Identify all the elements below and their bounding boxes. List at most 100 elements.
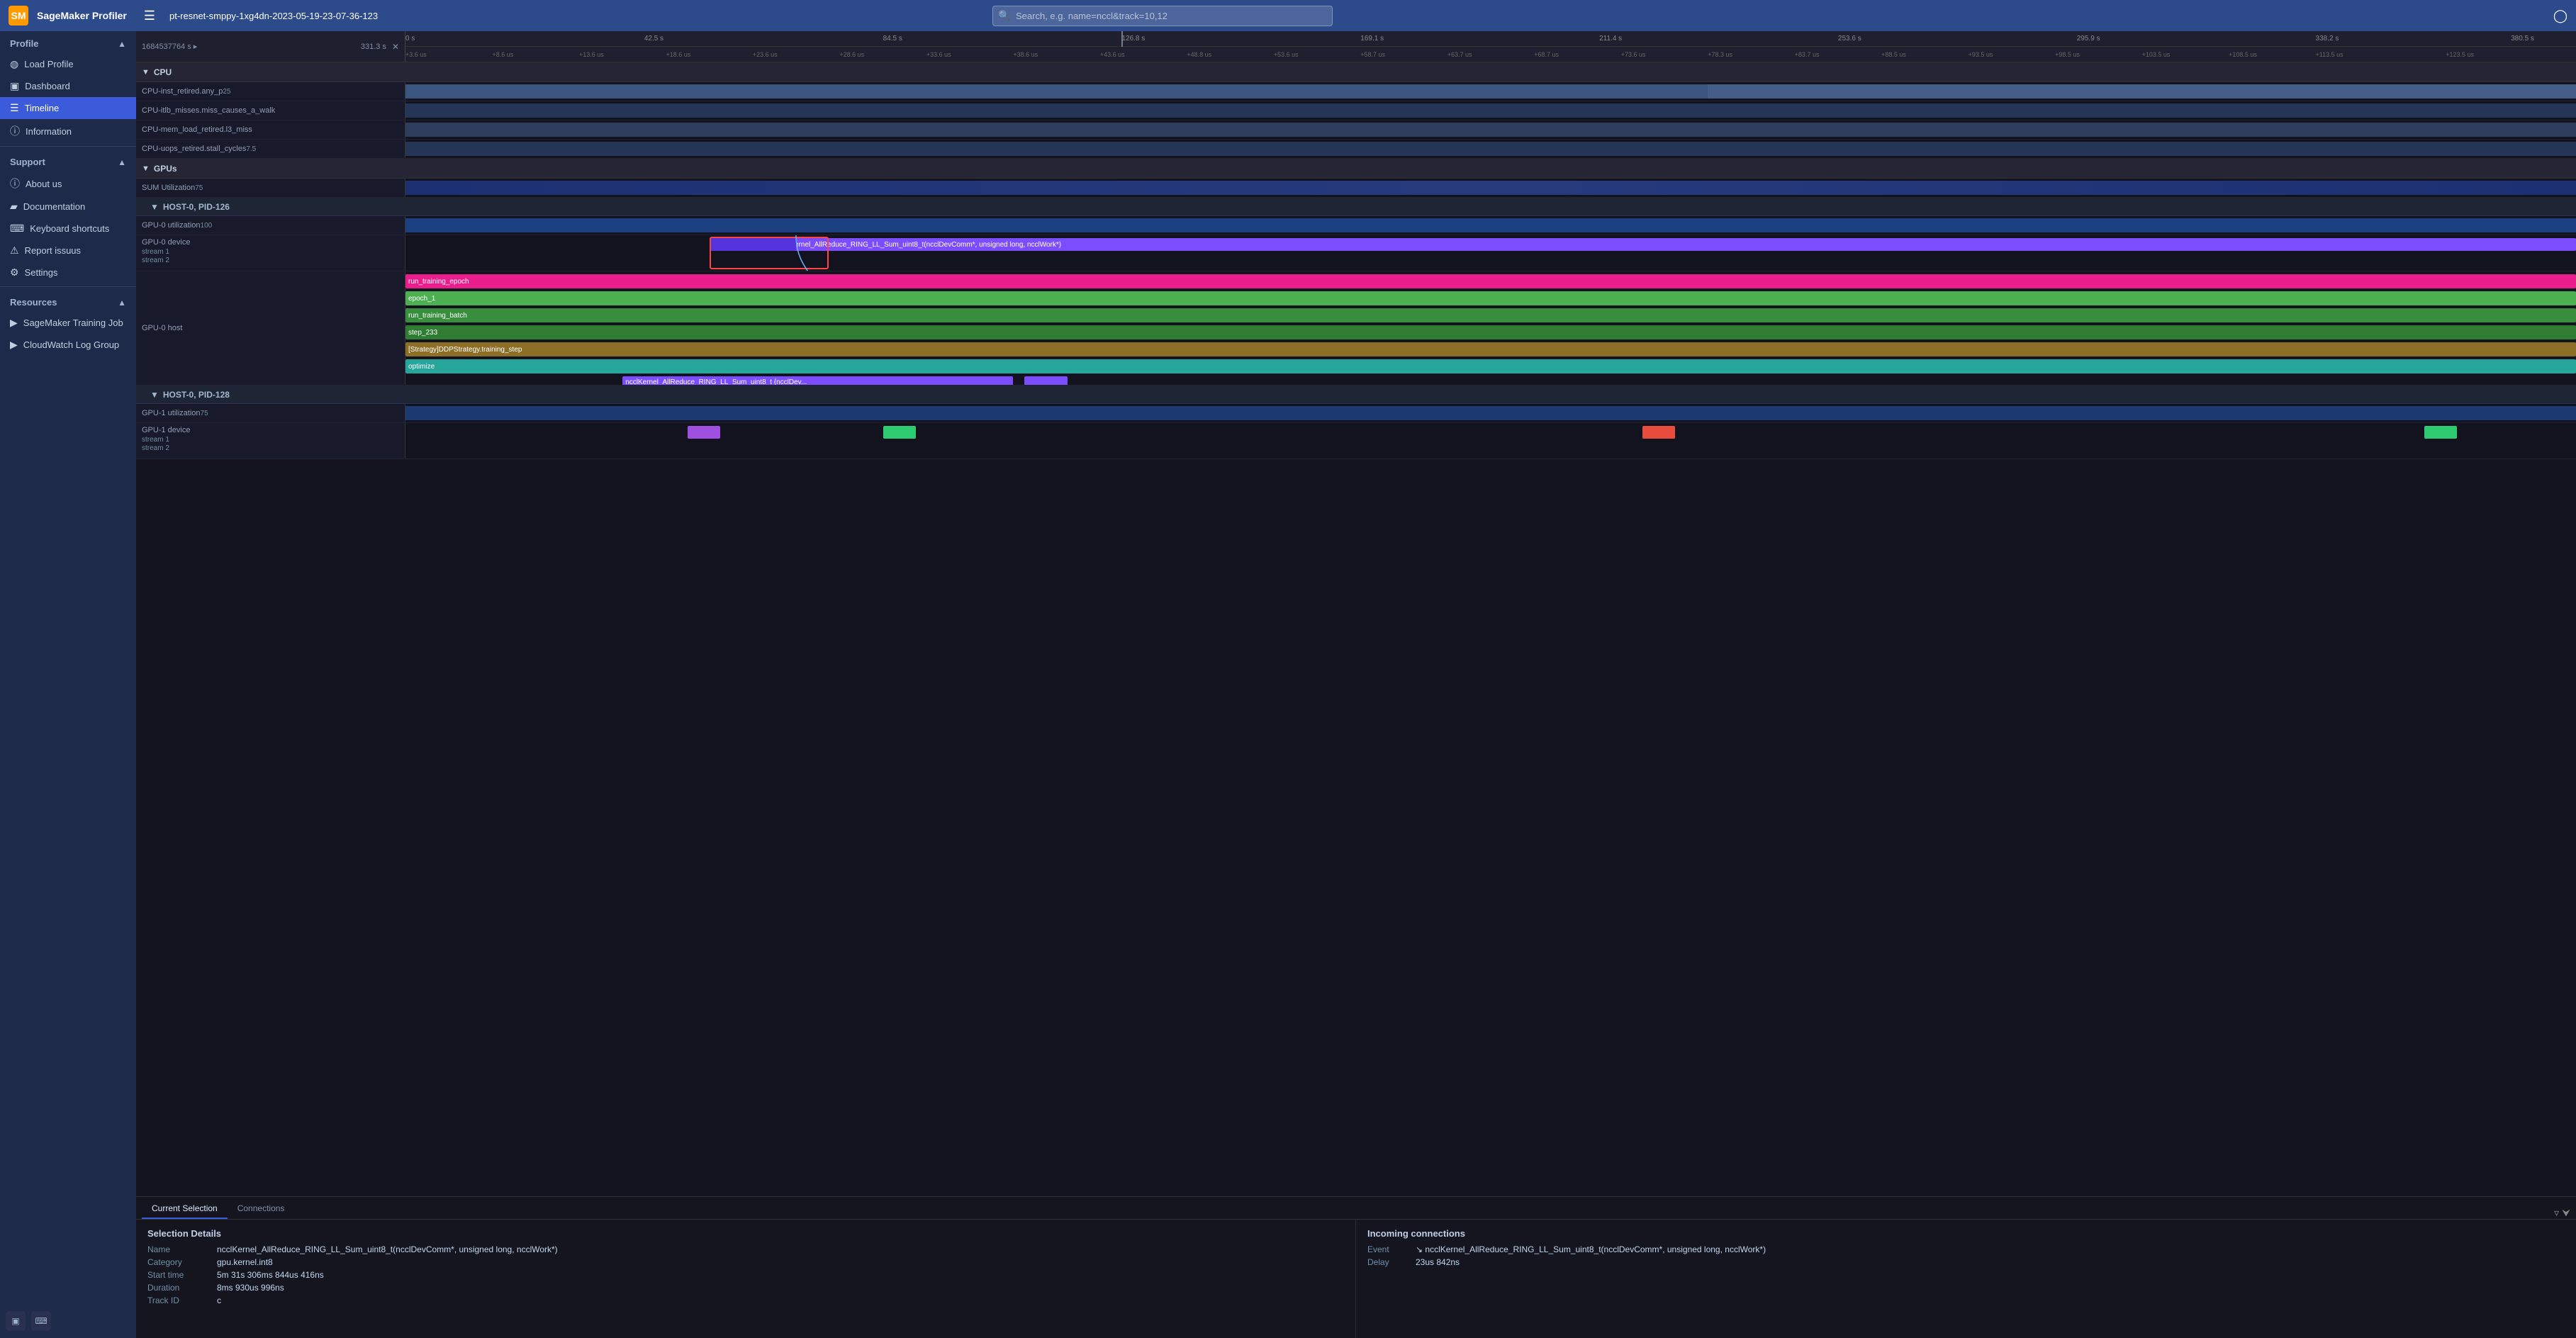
tab-current-selection[interactable]: Current Selection xyxy=(142,1199,228,1219)
close-ruler-icon[interactable]: ✕ xyxy=(392,42,399,52)
profile-chevron-icon: ▲ xyxy=(118,39,126,49)
gpu-section-header[interactable]: ▼ GPUs xyxy=(136,159,2576,179)
sidebar-item-keyboard-shortcuts[interactable]: ⌨ Keyboard shortcuts xyxy=(0,218,136,240)
track-content-cpu-3[interactable] xyxy=(405,120,2576,139)
app-logo: SM xyxy=(9,6,28,26)
selection-details: Selection Details Name ncclKernel_AllRed… xyxy=(136,1220,1356,1338)
sidebar-item-load-profile[interactable]: ◍ Load Profile xyxy=(0,53,136,75)
detail-row-starttime: Start time 5m 31s 306ms 844us 416ns xyxy=(147,1270,1344,1280)
track-content-gpu1-util[interactable] xyxy=(405,404,2576,422)
track-content-sum-util[interactable] xyxy=(405,179,2576,197)
track-row-cpu-4: CPU-uops_retired.stall_cycles 7.5 xyxy=(136,140,2576,159)
sidebar: Profile ▲ ◍ Load Profile ▣ Dashboard ☰ T… xyxy=(0,31,136,1338)
track-label-gpu0-util: GPU-0 utilization 100 xyxy=(136,216,405,235)
ruler-top: 0 s 42.5 s 84.5 s 126.8 s 169.1 s 211.4 … xyxy=(405,31,2576,47)
track-content-cpu-2[interactable] xyxy=(405,101,2576,120)
sidebar-item-settings[interactable]: ⚙ Settings xyxy=(0,262,136,283)
detail-row-duration: Duration 8ms 930us 996ns xyxy=(147,1283,1344,1293)
track-label-gpu0-device: GPU-0 device stream 1 stream 2 xyxy=(136,235,405,271)
sidebar-item-timeline[interactable]: ☰ Timeline xyxy=(0,97,136,119)
track-row-gpu0-util: GPU-0 utilization 100 xyxy=(136,216,2576,235)
conn-row-event: Event ↘ ncclKernel_AllReduce_RING_LL_Sum… xyxy=(1367,1244,2565,1254)
host0-pid126-header[interactable]: ▼ HOST-0, PID-126 xyxy=(136,198,2576,216)
track-content-gpu0-device[interactable]: ncclKernel_AllReduce_RING_LL_Sum_uint8_t… xyxy=(405,235,2576,271)
track-content-gpu0-util[interactable] xyxy=(405,216,2576,235)
sidebar-item-report-issues[interactable]: ⚠ Report issuus xyxy=(0,240,136,262)
track-content-gpu1-device[interactable] xyxy=(405,423,2576,459)
report-icon: ⚠ xyxy=(10,244,19,257)
incoming-connections: Incoming connections Event ↘ ncclKernel_… xyxy=(1356,1220,2576,1338)
ruler-label-area: 1684537764 s ▸ 331.3 s ✕ xyxy=(136,31,405,62)
sidebar-item-documentation[interactable]: ▰ Documentation xyxy=(0,196,136,218)
load-profile-icon: ◍ xyxy=(10,58,18,70)
event-optimize[interactable]: optimize xyxy=(405,359,2576,373)
event-run-training-epoch[interactable]: run_training_epoch xyxy=(405,274,2576,288)
conn-label-delay: Delay xyxy=(1367,1257,1410,1267)
mini-icon-2[interactable]: ⌨ xyxy=(31,1311,51,1331)
gpu-chevron-icon: ▼ xyxy=(142,164,150,173)
conn-label-event: Event xyxy=(1367,1244,1410,1254)
sidebar-item-information[interactable]: ⓘ Information xyxy=(0,119,136,143)
sidebar-item-dashboard[interactable]: ▣ Dashboard xyxy=(0,75,136,97)
search-input[interactable] xyxy=(992,6,1333,26)
bottom-tabs: Current Selection Connections ▿ ⮟ xyxy=(136,1197,2576,1220)
cpu-section-header[interactable]: ▼ CPU xyxy=(136,62,2576,82)
event-nccl-device-stream1[interactable]: ncclKernel_AllReduce_RING_LL_Sum_uint8_t… xyxy=(775,238,2576,251)
tab-connections[interactable]: Connections xyxy=(228,1199,295,1219)
sagemaker-icon: ▶ xyxy=(10,317,18,329)
track-content-cpu-4[interactable] xyxy=(405,140,2576,158)
conn-row-delay: Delay 23us 842ns xyxy=(1367,1257,2565,1267)
documentation-icon: ▰ xyxy=(10,201,18,213)
track-label-gpu1-device: GPU-1 device stream 1 stream 2 xyxy=(136,423,405,459)
ruler-time-left: 1684537764 s ▸ xyxy=(142,42,197,51)
expand-icon[interactable]: ⮟ xyxy=(2562,1207,2570,1219)
keyboard-icon: ⌨ xyxy=(10,223,24,235)
event-step233[interactable]: step_233 xyxy=(405,325,2576,339)
sidebar-item-cloudwatch[interactable]: ▶ CloudWatch Log Group xyxy=(0,334,136,356)
track-row-gpu0-device: GPU-0 device stream 1 stream 2 ncclKerne… xyxy=(136,235,2576,271)
track-label-cpu-4: CPU-uops_retired.stall_cycles 7.5 xyxy=(136,140,405,158)
track-label-cpu-3: CPU-mem_load_retired.l3_miss xyxy=(136,120,405,139)
cloudwatch-icon: ▶ xyxy=(10,339,18,351)
track-label-sum-util: SUM Utilization 75 xyxy=(136,179,405,197)
selection-details-title: Selection Details xyxy=(147,1228,1344,1239)
event-run-training-batch[interactable]: run_training_batch xyxy=(405,308,2576,322)
host0-pid128-header[interactable]: ▼ HOST-0, PID-128 xyxy=(136,386,2576,404)
support-section-header[interactable]: Support ▲ xyxy=(0,150,136,172)
event-epoch1[interactable]: epoch_1 xyxy=(405,291,2576,305)
detail-value-starttime: 5m 31s 306ms 844us 416ns xyxy=(217,1270,324,1280)
event-nccl-host-bottom[interactable]: ncclKernel_AllReduce_RING_LL_Sum_uint8_t… xyxy=(622,376,1013,385)
power-icon[interactable]: ◯ xyxy=(2553,9,2567,23)
sidebar-divider-2 xyxy=(0,286,136,287)
track-area[interactable]: ▼ CPU CPU-inst_retired.any_p 25 CPU-itlb… xyxy=(136,62,2576,1196)
event-nccl-host-right[interactable] xyxy=(1024,376,1068,385)
detail-label-category: Category xyxy=(147,1257,211,1267)
detail-label-starttime: Start time xyxy=(147,1270,211,1280)
event-ddpstrategy[interactable]: [Strategy]DDPStrategy.training_step xyxy=(405,342,2576,356)
mini-icon-1[interactable]: ▣ xyxy=(6,1311,26,1331)
pid126-chevron-icon: ▼ xyxy=(150,202,159,212)
incoming-connections-title: Incoming connections xyxy=(1367,1228,2565,1239)
sidebar-item-about[interactable]: ⓘ About us xyxy=(0,172,136,196)
track-label-gpu1-util: GPU-1 utilization 75 xyxy=(136,404,405,422)
track-content-cpu-1[interactable] xyxy=(405,82,2576,101)
event-gpu1-c[interactable] xyxy=(1642,426,1675,439)
ruler-bottom-ticks: +3.6 us +8.6 us +13.6 us +18.6 us +23.6 … xyxy=(405,47,2576,62)
track-row-cpu-1: CPU-inst_retired.any_p 25 xyxy=(136,82,2576,101)
track-label-gpu0-host: GPU-0 host xyxy=(136,271,405,385)
detail-row-trackid: Track ID c xyxy=(147,1295,1344,1305)
profile-section-header[interactable]: Profile ▲ xyxy=(0,31,136,53)
track-content-gpu0-host[interactable]: run_training_epoch epoch_1 run_training_… xyxy=(405,271,2576,385)
sidebar-item-sagemaker-job[interactable]: ▶ SageMaker Training Job xyxy=(0,312,136,334)
menu-icon[interactable]: ☰ xyxy=(141,6,158,26)
event-nccl-pre[interactable] xyxy=(710,238,796,251)
event-gpu1-d[interactable] xyxy=(2424,426,2457,439)
track-label-cpu-1: CPU-inst_retired.any_p 25 xyxy=(136,82,405,101)
track-row-sum-util: SUM Utilization 75 xyxy=(136,179,2576,198)
resources-section-header[interactable]: Resources ▲ xyxy=(0,290,136,312)
bottom-tab-actions: ▿ ⮟ xyxy=(2554,1207,2570,1219)
filter-icon[interactable]: ▿ xyxy=(2554,1207,2559,1219)
event-gpu1-a[interactable] xyxy=(688,426,720,439)
event-gpu1-b[interactable] xyxy=(883,426,916,439)
ruler-time-strip: 0 s 42.5 s 84.5 s 126.8 s 169.1 s 211.4 … xyxy=(405,31,2576,62)
